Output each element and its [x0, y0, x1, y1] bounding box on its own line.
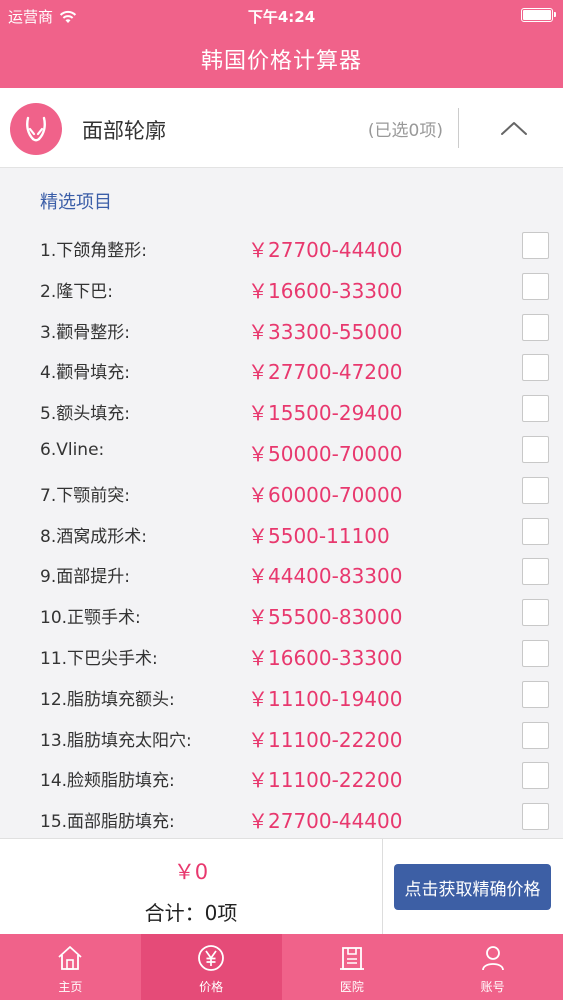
item-price: ￥11100-22200 — [248, 768, 403, 793]
item-name: 15.面部脂肪填充: — [40, 812, 175, 833]
item-price: ￥27700-44400 — [248, 809, 403, 834]
tab-hospital[interactable]: 医院 — [282, 934, 423, 1000]
item-price: ￥15500-29400 — [248, 401, 403, 426]
item-name: 11.下巴尖手术: — [40, 649, 158, 669]
item-price: ￥60000-70000 — [248, 482, 403, 507]
face-icon — [10, 103, 62, 155]
item-price: ￥16600-33300 — [248, 646, 403, 670]
list-item[interactable]: 12.脂肪填充额头: ￥11100-19400 — [0, 677, 563, 718]
list-item[interactable]: 13.脂肪填充太阳穴: ￥11100-22200 — [0, 718, 563, 759]
item-name: 8.酒窝成形术: — [40, 526, 147, 547]
list-item[interactable]: 7.下颚前突: ￥60000-70000 — [0, 473, 563, 514]
status-time: 下午4:24 — [247, 8, 316, 26]
section-title: 精选项目 — [40, 192, 112, 213]
item-checkbox[interactable] — [522, 762, 549, 790]
item-price: ￥33300-55000 — [248, 319, 403, 344]
item-name: 14.脸颊脂肪填充: — [40, 771, 175, 792]
tab-label: 价格 — [199, 980, 224, 994]
item-price: ￥27700-47200 — [248, 360, 403, 385]
item-checkbox[interactable] — [522, 680, 549, 708]
list-item[interactable]: 9.面部提升: ￥44400-83300 — [0, 554, 563, 595]
item-checkbox[interactable] — [522, 354, 549, 382]
tab-account[interactable]: 账号 — [422, 934, 563, 1000]
item-name: 3.颧骨整形: — [40, 322, 130, 343]
item-name: 1.下颌角整形: — [40, 241, 147, 261]
selected-count: (已选0项) — [367, 121, 443, 141]
tab-home[interactable]: 主页 — [0, 934, 141, 1000]
item-price: ￥11100-22200 — [248, 727, 403, 752]
list-item[interactable]: 11.下巴尖手术: ￥16600-33300 — [0, 636, 563, 677]
item-name: 6.Vline: — [40, 440, 105, 460]
item-name: 5.额头填充: — [40, 404, 130, 425]
list-item[interactable]: 15.面部脂肪填充: ￥27700-44400 — [0, 799, 563, 840]
item-name: 12.脂肪填充额头: — [40, 689, 175, 710]
item-checkbox[interactable] — [522, 232, 549, 259]
list-item[interactable]: 10.正颚手术: ￥55500-83000 — [0, 595, 563, 636]
item-name: 2.隆下巴: — [40, 281, 113, 302]
hospital-icon — [339, 947, 364, 970]
item-name: 10.正颚手术: — [40, 608, 141, 629]
header-divider — [458, 108, 459, 148]
list-item[interactable]: 8.酒窝成形术: ￥5500-11100 — [0, 514, 563, 555]
battery-icon — [521, 8, 556, 22]
user-icon — [481, 946, 504, 971]
item-checkbox[interactable] — [522, 476, 549, 504]
tab-label: 主页 — [58, 980, 83, 994]
yen-icon — [198, 945, 225, 971]
tab-label: 医院 — [339, 980, 364, 994]
total-count: 合计：0项 — [144, 901, 238, 925]
item-checkbox[interactable] — [522, 721, 549, 749]
total-footer: ￥0 合计：0项 点击获取精确价格 — [0, 838, 563, 935]
item-name: 4.颧骨填充: — [40, 363, 130, 384]
item-checkbox[interactable] — [522, 640, 549, 667]
total-price: ￥0 — [173, 860, 209, 884]
nav-bar: 韩国价格计算器 — [0, 30, 563, 88]
get-exact-price-button[interactable]: 点击获取精确价格 — [394, 864, 551, 910]
list-item[interactable]: 14.脸颊脂肪填充: ￥11100-22200 — [0, 758, 563, 799]
item-checkbox[interactable] — [522, 803, 549, 831]
item-price: ￥55500-83000 — [248, 605, 403, 630]
list-item[interactable]: 6.Vline: ￥50000-70000 — [0, 432, 563, 473]
procedure-list: 精选项目 1.下颌角整形: ￥27700-44400 2.隆下巴: ￥16600… — [0, 168, 563, 838]
item-name: 7.下颚前突: — [40, 485, 130, 506]
list-item[interactable]: 1.下颌角整形: ￥27700-44400 — [0, 228, 563, 269]
home-icon — [58, 946, 82, 970]
item-name: 9.面部提升: — [40, 567, 130, 588]
footer-divider — [382, 839, 383, 935]
item-checkbox[interactable] — [522, 599, 549, 627]
list-item[interactable]: 5.额头填充: ￥15500-29400 — [0, 391, 563, 432]
item-price: ￥11100-19400 — [248, 686, 403, 711]
item-price: ￥27700-44400 — [248, 238, 403, 262]
item-checkbox[interactable] — [522, 517, 549, 545]
item-price: ￥44400-83300 — [248, 564, 403, 589]
list-item[interactable]: 2.隆下巴: ￥16600-33300 — [0, 269, 563, 310]
list-item[interactable]: 4.颧骨填充: ￥27700-47200 — [0, 350, 563, 391]
item-checkbox[interactable] — [522, 436, 549, 463]
item-price: ￥50000-70000 — [248, 442, 403, 466]
item-checkbox[interactable] — [522, 395, 549, 423]
item-checkbox[interactable] — [522, 558, 549, 586]
tab-label: 账号 — [480, 980, 505, 994]
chevron-up-icon[interactable] — [492, 108, 536, 148]
tab-bar: 主页 价格 医院 账号 — [0, 934, 563, 1000]
status-bar: 运营商 下午4:24 — [0, 0, 563, 30]
item-price: ￥5500-11100 — [248, 523, 390, 548]
item-checkbox[interactable] — [522, 313, 549, 341]
page-title: 韩国价格计算器 — [200, 49, 362, 74]
item-price: ￥16600-33300 — [248, 278, 403, 303]
category-title: 面部轮廓 — [82, 119, 166, 143]
item-name: 13.脂肪填充太阳穴: — [40, 730, 192, 751]
item-checkbox[interactable] — [522, 272, 549, 300]
tab-price[interactable]: 价格 — [140, 934, 282, 1000]
category-header[interactable]: 面部轮廓 (已选0项) — [0, 88, 563, 168]
list-item[interactable]: 3.颧骨整形: ￥33300-55000 — [0, 310, 563, 351]
